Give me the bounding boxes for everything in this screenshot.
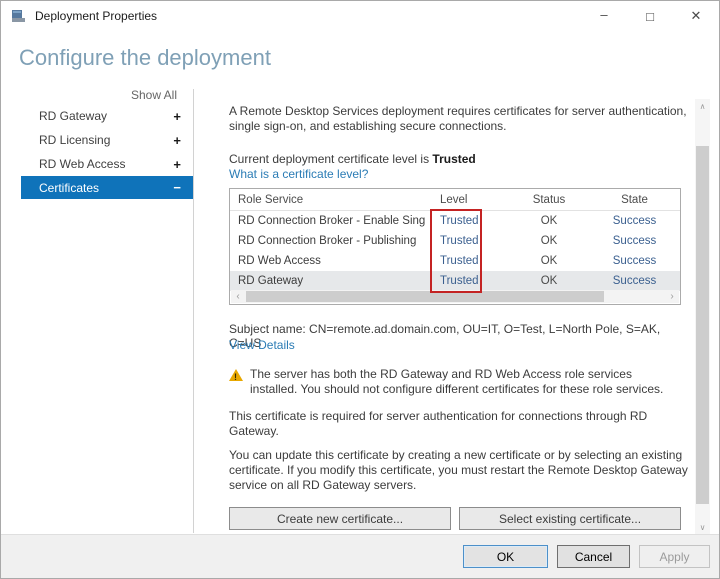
warning-icon xyxy=(229,368,243,381)
table-row[interactable]: RD Connection Broker - Publishing Truste… xyxy=(230,231,680,251)
horizontal-scrollbar-thumb[interactable] xyxy=(246,291,604,302)
maximize-button[interactable]: □ xyxy=(627,1,673,31)
intro-text: A Remote Desktop Services deployment req… xyxy=(229,104,687,134)
sidebar-item-rd-web-access[interactable]: RD Web Access + xyxy=(21,152,193,176)
select-existing-certificate-button[interactable]: Select existing certificate... xyxy=(459,507,681,530)
sidebar-item-label: RD Gateway xyxy=(39,109,107,123)
close-icon: ✕ xyxy=(691,8,702,24)
expand-plus-icon[interactable]: + xyxy=(173,109,181,124)
table-horizontal-scrollbar[interactable]: ‹ › xyxy=(231,290,679,303)
sidebar-item-rd-gateway[interactable]: RD Gateway + xyxy=(21,104,193,128)
minimize-button[interactable]: – xyxy=(581,1,627,31)
table-row-selected[interactable]: RD Gateway Trusted OK Success xyxy=(230,271,680,291)
cell-role-service: RD Web Access xyxy=(230,255,434,267)
header-role-service[interactable]: Role Service xyxy=(230,194,434,206)
sidebar-divider xyxy=(193,89,194,533)
view-details-link[interactable]: View Details xyxy=(229,338,295,352)
app-icon xyxy=(11,8,27,24)
expand-plus-icon[interactable]: + xyxy=(173,157,181,172)
vertical-scrollbar-thumb[interactable] xyxy=(696,146,709,504)
window-controls: – □ ✕ xyxy=(581,1,719,31)
content-vertical-scrollbar[interactable]: ∧ ∨ xyxy=(695,99,710,535)
sidebar-nav: RD Gateway + RD Licensing + RD Web Acces… xyxy=(21,104,193,199)
close-button[interactable]: ✕ xyxy=(673,1,719,31)
title-bar: Deployment Properties – □ ✕ xyxy=(1,1,719,31)
collapse-minus-icon[interactable]: − xyxy=(173,180,181,195)
table-row[interactable]: RD Connection Broker - Enable Sing Trust… xyxy=(230,211,680,231)
certificate-update-text: You can update this certificate by creat… xyxy=(229,448,689,493)
scroll-up-icon[interactable]: ∧ xyxy=(695,99,710,114)
scroll-right-icon[interactable]: › xyxy=(665,290,679,303)
cell-level: Trusted xyxy=(434,275,509,287)
cell-state: Success xyxy=(589,235,680,247)
cell-status: OK xyxy=(509,275,589,287)
certificates-table: Role Service Level Status State RD Conne… xyxy=(229,188,681,305)
cell-level: Trusted xyxy=(434,215,509,227)
deployment-properties-window: Deployment Properties – □ ✕ Configure th… xyxy=(0,0,720,579)
window-title: Deployment Properties xyxy=(35,9,157,23)
header-level[interactable]: Level xyxy=(434,194,509,206)
minimize-icon: – xyxy=(600,7,607,22)
cell-state: Success xyxy=(589,255,680,267)
scroll-left-icon[interactable]: ‹ xyxy=(231,290,245,303)
cell-role-service: RD Connection Broker - Enable Sing xyxy=(230,215,434,227)
page-title: Configure the deployment xyxy=(19,45,271,71)
sidebar-item-label: RD Web Access xyxy=(39,157,125,171)
certificate-level-line: Current deployment certificate level is … xyxy=(229,152,476,166)
header-state[interactable]: State xyxy=(589,194,680,206)
certificate-action-buttons: Create new certificate... Select existin… xyxy=(229,507,681,530)
cancel-button[interactable]: Cancel xyxy=(557,545,630,568)
sidebar-item-certificates[interactable]: Certificates − xyxy=(21,176,193,199)
show-all-link[interactable]: Show All xyxy=(119,88,177,102)
cell-role-service: RD Gateway xyxy=(230,275,434,287)
cell-level: Trusted xyxy=(434,255,509,267)
cell-status: OK xyxy=(509,215,589,227)
certificate-required-text: This certificate is required for server … xyxy=(229,409,681,439)
cell-state: Success xyxy=(589,215,680,227)
cell-status: OK xyxy=(509,255,589,267)
apply-button[interactable]: Apply xyxy=(639,545,710,568)
dialog-footer: OK Cancel Apply xyxy=(1,534,719,578)
certificate-level-help-link[interactable]: What is a certificate level? xyxy=(229,167,368,181)
header-status[interactable]: Status xyxy=(509,194,589,206)
cell-role-service: RD Connection Broker - Publishing xyxy=(230,235,434,247)
sidebar-item-rd-licensing[interactable]: RD Licensing + xyxy=(21,128,193,152)
table-header-row: Role Service Level Status State xyxy=(230,189,680,211)
warning-message: The server has both the RD Gateway and R… xyxy=(229,367,681,397)
scroll-down-icon[interactable]: ∨ xyxy=(695,520,710,535)
sidebar-item-label: Certificates xyxy=(39,181,99,195)
maximize-icon: □ xyxy=(646,9,654,24)
cell-state: Success xyxy=(589,275,680,287)
warning-text: The server has both the RD Gateway and R… xyxy=(250,367,681,397)
subject-name-text: Subject name: CN=remote.ad.domain.com, O… xyxy=(229,322,691,350)
level-line-prefix: Current deployment certificate level is xyxy=(229,152,432,166)
cell-level: Trusted xyxy=(434,235,509,247)
ok-button[interactable]: OK xyxy=(463,545,548,568)
create-new-certificate-button[interactable]: Create new certificate... xyxy=(229,507,451,530)
cell-status: OK xyxy=(509,235,589,247)
expand-plus-icon[interactable]: + xyxy=(173,133,181,148)
table-row[interactable]: RD Web Access Trusted OK Success xyxy=(230,251,680,271)
level-value: Trusted xyxy=(432,152,475,166)
sidebar-item-label: RD Licensing xyxy=(39,133,110,147)
